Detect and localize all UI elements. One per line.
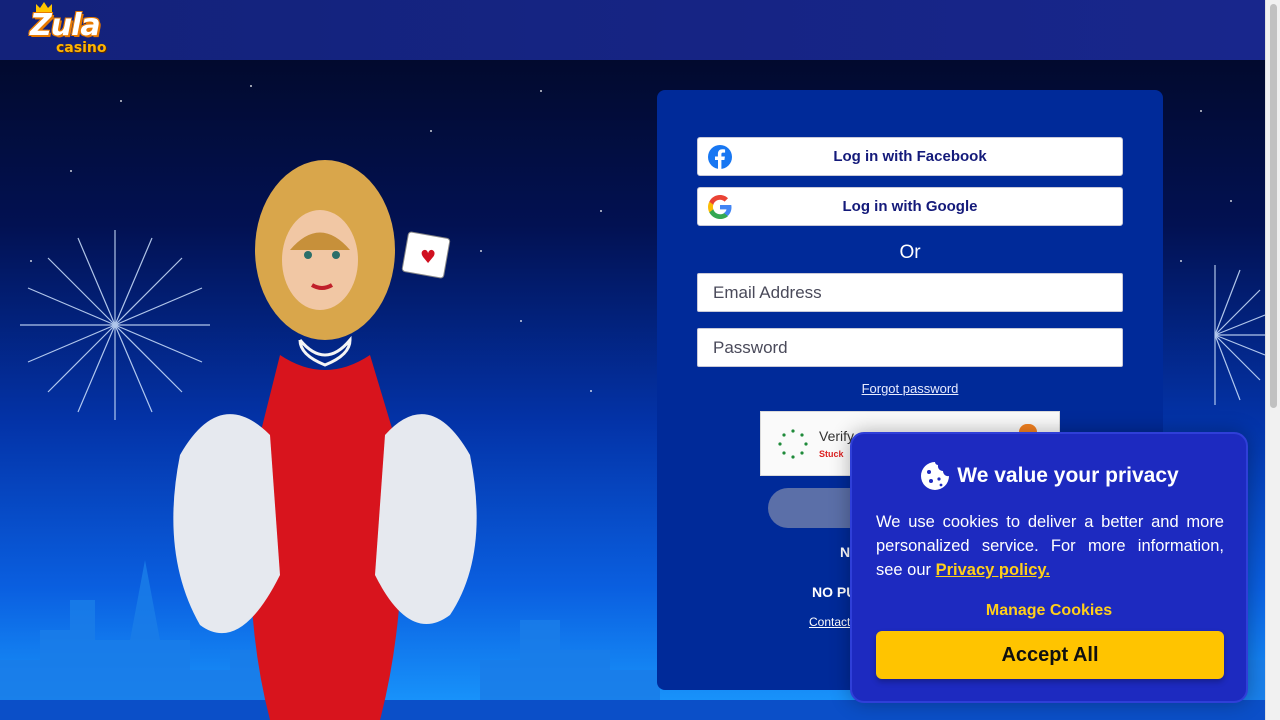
captcha-verify-text: Verify	[819, 428, 855, 444]
or-divider: Or	[899, 242, 921, 263]
cookie-consent-dialog: We value your privacy We use cookies to …	[850, 432, 1248, 703]
page-scrollbar[interactable]	[1265, 0, 1280, 720]
captcha-stuck-link[interactable]: Stuck	[819, 449, 844, 459]
password-field[interactable]	[697, 328, 1123, 367]
google-login-button[interactable]: Log in with Google	[697, 187, 1123, 226]
firework-right	[1214, 265, 1265, 405]
cookie-body: We use cookies to deliver a better and m…	[876, 510, 1224, 582]
logo-sub-text: casino	[56, 40, 107, 56]
logo-main-text: Zula	[30, 8, 101, 43]
panel-info-text: N	[840, 544, 851, 560]
cookie-body-text: We use cookies to deliver a better and m…	[876, 513, 1224, 579]
accept-all-button[interactable]: Accept All	[876, 631, 1224, 679]
cookie-title: We value your privacy	[957, 464, 1179, 487]
facebook-icon	[708, 145, 732, 169]
email-field[interactable]	[697, 273, 1123, 312]
privacy-policy-link[interactable]: Privacy policy.	[936, 561, 1050, 579]
spinner-icon	[778, 429, 808, 459]
casino-hostess-illustration: ♥	[173, 160, 477, 720]
google-login-label: Log in with Google	[842, 198, 978, 215]
google-icon	[708, 195, 732, 219]
facebook-login-label: Log in with Facebook	[833, 148, 987, 165]
cookie-icon	[921, 462, 950, 490]
forgot-password-link[interactable]: Forgot password	[657, 381, 1163, 396]
top-header: Zula casino	[0, 0, 1265, 60]
manage-cookies-link[interactable]: Manage Cookies	[852, 602, 1246, 620]
svg-text:♥: ♥	[420, 247, 436, 268]
zula-casino-logo[interactable]: Zula casino	[30, 2, 112, 56]
scrollbar-thumb[interactable]	[1270, 4, 1277, 408]
cookie-header: We value your privacy	[852, 460, 1246, 492]
facebook-login-button[interactable]: Log in with Facebook	[697, 137, 1123, 176]
contact-link[interactable]: Contact	[809, 615, 850, 629]
